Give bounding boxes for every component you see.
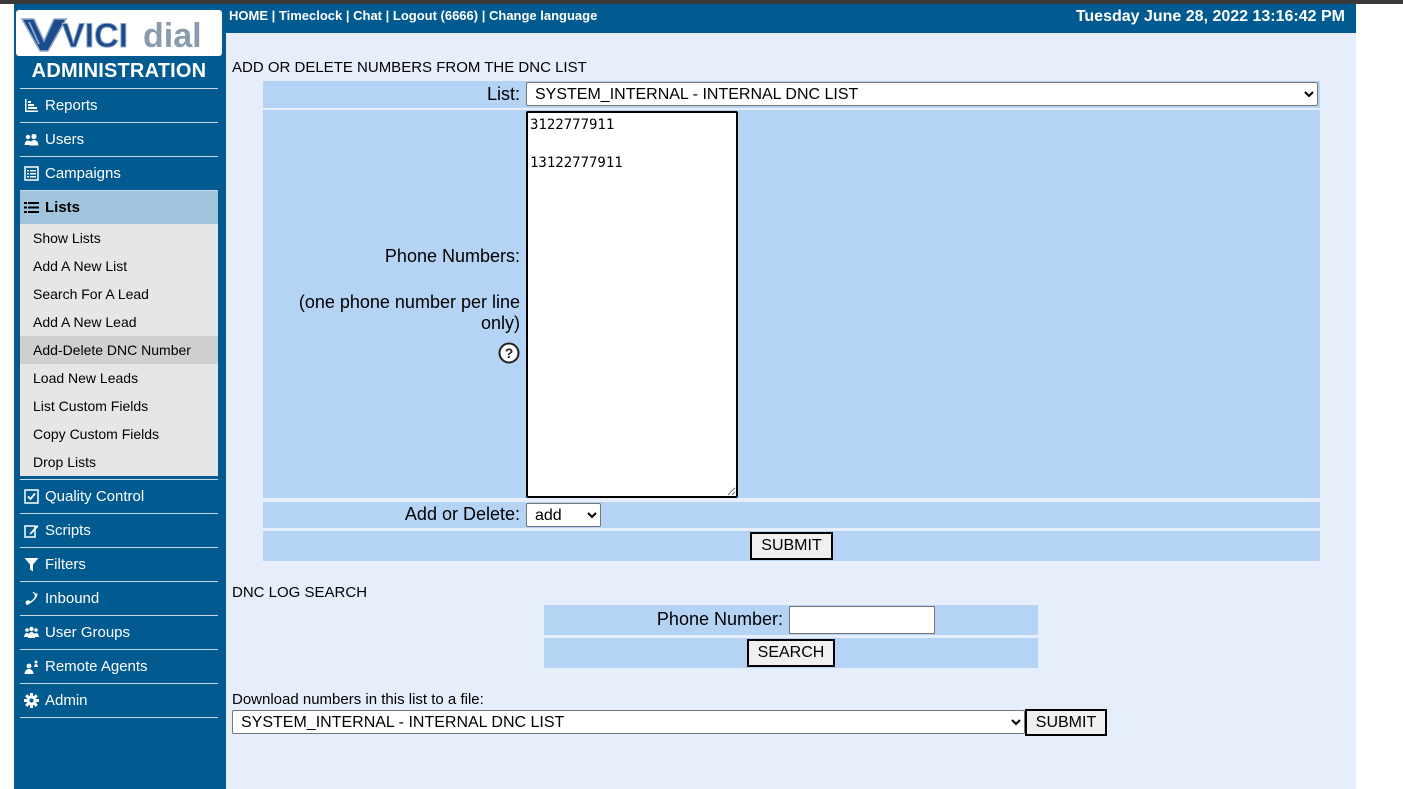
edit-icon <box>24 523 39 538</box>
add-delete-select[interactable]: add <box>526 503 601 527</box>
header-datetime: Tuesday June 28, 2022 13:16:42 PM <box>1075 8 1345 25</box>
phone-numbers-label: Phone Numbers: <box>384 246 520 266</box>
sub-item-search-lead[interactable]: Search For A Lead <box>20 280 218 308</box>
nav-label: Admin <box>45 692 88 709</box>
checkbox-icon <box>24 489 39 504</box>
sub-item-show-lists[interactable]: Show Lists <box>20 224 218 252</box>
lists-submenu: Show Lists Add A New List Search For A L… <box>20 224 218 476</box>
top-header: HOME | Timeclock | Chat | Logout (6666) … <box>226 4 1356 33</box>
nav-menu: Reports Users Campaigns Lists Show Lists… <box>20 88 218 718</box>
change-language-link[interactable]: Change language <box>489 8 597 23</box>
nav-label: User Groups <box>45 624 131 641</box>
nav-label: Scripts <box>45 522 91 539</box>
timeclock-link[interactable]: Timeclock <box>279 8 342 23</box>
nav-item-campaigns[interactable]: Campaigns <box>20 157 218 190</box>
help-icon[interactable]: ? <box>498 342 520 364</box>
dnc-log-search-title: DNC LOG SEARCH <box>232 584 368 601</box>
download-label: Download numbers in this list to a file: <box>232 691 484 708</box>
phone-numbers-textarea[interactable] <box>526 111 738 498</box>
filter-icon <box>24 557 39 572</box>
admin-title: ADMINISTRATION <box>31 60 207 82</box>
svg-text:?: ? <box>505 345 514 361</box>
list-label: List: <box>486 84 520 104</box>
phone-numbers-hint: (one phone number per line only) <box>298 292 520 333</box>
logout-link[interactable]: Logout (6666) <box>393 8 478 23</box>
download-list-select[interactable]: SYSTEM_INTERNAL - INTERNAL DNC LIST <box>232 710 1025 734</box>
home-link[interactable]: HOME <box>229 8 268 23</box>
remote-agent-icon <box>24 659 39 674</box>
users-icon <box>24 132 39 147</box>
gear-icon <box>24 693 39 708</box>
add-delete-label: Add or Delete: <box>404 504 520 524</box>
sub-item-load-new-leads[interactable]: Load New Leads <box>20 364 218 392</box>
logo-text-dial: dial <box>143 17 202 55</box>
nav-item-users[interactable]: Users <box>20 123 218 156</box>
add-delete-row: Add or Delete: add <box>263 502 1320 528</box>
nav-label: Filters <box>45 556 86 573</box>
dnc-list-select[interactable]: SYSTEM_INTERNAL - INTERNAL DNC LIST <box>526 82 1318 106</box>
log-phone-label: Phone Number: <box>656 609 783 629</box>
log-phone-input[interactable] <box>789 606 935 634</box>
nav-item-admin[interactable]: Admin <box>20 684 218 717</box>
header-links: HOME | Timeclock | Chat | Logout (6666) … <box>229 8 598 23</box>
sidebar: VICI dial ADMINISTRATION Reports Users C… <box>14 4 226 789</box>
sub-item-add-new-lead[interactable]: Add A New Lead <box>20 308 218 336</box>
nav-label: Remote Agents <box>45 658 148 675</box>
user-groups-icon <box>24 625 39 640</box>
chat-link[interactable]: Chat <box>353 8 382 23</box>
main-content: HOME | Timeclock | Chat | Logout (6666) … <box>226 4 1356 789</box>
nav-label: Campaigns <box>45 165 121 182</box>
sub-item-add-new-list[interactable]: Add A New List <box>20 252 218 280</box>
nav-label: Reports <box>45 97 98 114</box>
vicidial-logo[interactable]: VICI dial <box>16 10 222 56</box>
campaign-list-icon <box>24 166 39 181</box>
submit-row: SUBMIT <box>263 531 1320 561</box>
sub-item-list-custom-fields[interactable]: List Custom Fields <box>20 392 218 420</box>
sub-item-add-delete-dnc[interactable]: Add-Delete DNC Number <box>20 336 218 364</box>
nav-item-user-groups[interactable]: User Groups <box>20 616 218 649</box>
phone-numbers-row: Phone Numbers: (one phone number per lin… <box>263 110 1320 498</box>
phone-icon <box>24 591 39 606</box>
nav-label: Users <box>45 131 85 148</box>
bar-chart-icon <box>24 98 39 113</box>
sub-item-drop-lists[interactable]: Drop Lists <box>20 448 218 476</box>
list-row: List: SYSTEM_INTERNAL - INTERNAL DNC LIS… <box>263 81 1320 108</box>
nav-item-remote-agents[interactable]: Remote Agents <box>20 650 218 683</box>
nav-item-scripts[interactable]: Scripts <box>20 514 218 547</box>
logo-text-vici: VICI <box>62 17 128 55</box>
dnc-form-title: ADD OR DELETE NUMBERS FROM THE DNC LIST <box>232 59 587 76</box>
sub-item-copy-custom-fields[interactable]: Copy Custom Fields <box>20 420 218 448</box>
nav-item-filters[interactable]: Filters <box>20 548 218 581</box>
list-icon <box>24 200 39 215</box>
nav-item-reports[interactable]: Reports <box>20 89 218 122</box>
nav-item-lists[interactable]: Lists <box>20 191 218 224</box>
nav-item-quality-control[interactable]: Quality Control <box>20 480 218 513</box>
nav-label: Quality Control <box>45 488 145 505</box>
log-phone-row: Phone Number: <box>544 605 1038 635</box>
dnc-submit-button[interactable]: SUBMIT <box>750 532 833 560</box>
nav-label: Lists <box>45 199 81 216</box>
log-search-button[interactable]: SEARCH <box>747 639 835 667</box>
nav-item-inbound[interactable]: Inbound <box>20 582 218 615</box>
download-submit-button[interactable]: SUBMIT <box>1025 709 1107 736</box>
log-search-row: SEARCH <box>544 638 1038 668</box>
nav-label: Inbound <box>45 590 100 607</box>
